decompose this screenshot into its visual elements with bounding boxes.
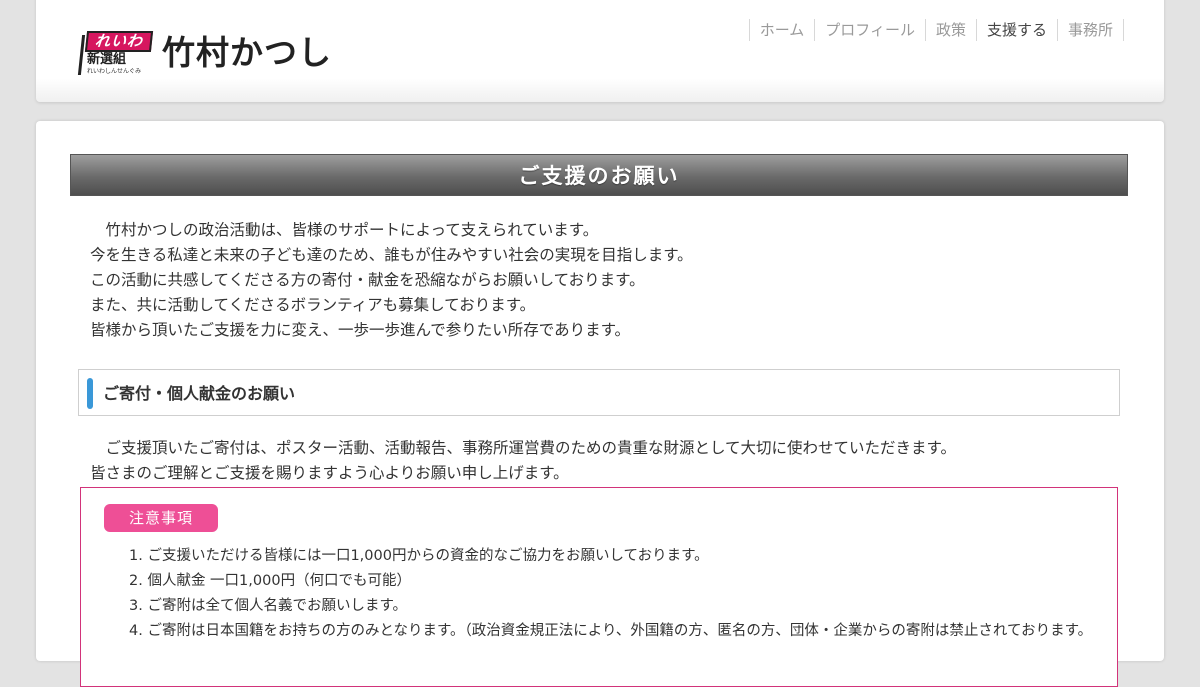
- section-accent-bar: [87, 378, 93, 409]
- notice-box: 注意事項 1. ご支援いただける皆様には一口1,000円からの資金的なご協力をお…: [80, 487, 1118, 687]
- intro-line: 竹村かつしの政治活動は、皆様のサポートによって支えられています。: [90, 221, 599, 239]
- intro-line: また、共に活動してくださるボランティアも募集しております。: [90, 296, 536, 314]
- nav-item-office[interactable]: 事務所: [1056, 19, 1123, 41]
- donation-line: 皆さまのご理解とご支援を賜りますよう心よりお願い申し上げます。: [90, 464, 569, 482]
- logo-name: 竹村かつし: [162, 33, 332, 72]
- notice-item: 1. ご支援いただける皆様には一口1,000円からの資金的なご協力をお願いしてお…: [129, 548, 709, 564]
- intro-line: 今を生きる私達と未来の子ども達のため、誰もが住みやすい社会の実現を目指します。: [90, 246, 693, 264]
- nav-item-profile[interactable]: プロフィール: [814, 19, 925, 41]
- page-title: ご支援のお願い: [70, 154, 1128, 196]
- main-content: ご支援のお願い 竹村かつしの政治活動は、皆様のサポートによって支えられています。…: [36, 121, 1164, 687]
- site-logo[interactable]: れいわ 新選組 れいわしんせんぐみ 竹村かつし: [77, 30, 332, 76]
- intro-text: 竹村かつしの政治活動は、皆様のサポートによって支えられています。 今を生きる私達…: [90, 218, 693, 343]
- main-nav: ホーム プロフィール 政策 支援する 事務所: [748, 19, 1124, 41]
- party-logo-badge: れいわ 新選組 れいわしんせんぐみ: [77, 31, 154, 75]
- donation-section-heading: ご寄付・個人献金のお願い: [78, 369, 1120, 416]
- nav-item-support[interactable]: 支援する: [975, 19, 1057, 41]
- intro-line: この活動に共感してくださる方の寄付・献金を恐縮ながらお願いしております。: [90, 271, 645, 289]
- notice-list: 1. ご支援いただける皆様には一口1,000円からの資金的なご協力をお願いしてお…: [129, 544, 1092, 644]
- section-heading-title: ご寄付・個人献金のお願い: [103, 384, 296, 403]
- notice-item: 2. 個人献金 一口1,000円（何口でも可能）: [129, 573, 412, 589]
- logo-badge-bottom: 新選組: [87, 52, 127, 67]
- logo-badge-kana: れいわしんせんぐみ: [87, 68, 142, 75]
- notice-item: 3. ご寄附は全て個人名義でお願いします。: [129, 598, 407, 614]
- intro-line: 皆様から頂いたご支援を力に変え、一歩一歩進んで参りたい所存であります。: [90, 321, 631, 339]
- donation-text: ご支援頂いたご寄付は、ポスター活動、活動報告、事務所運営費のための貴重な財源とし…: [90, 436, 956, 486]
- logo-badge-top: れいわ: [84, 31, 154, 52]
- nav-item-policy[interactable]: 政策: [924, 19, 976, 41]
- site-header: れいわ 新選組 れいわしんせんぐみ 竹村かつし ホーム プロフィール 政策 支援…: [36, 0, 1164, 102]
- donation-line: ご支援頂いたご寄付は、ポスター活動、活動報告、事務所運営費のための貴重な財源とし…: [90, 439, 957, 457]
- notice-item: 4. ご寄附は日本国籍をお持ちの方のみとなります。（政治資金規正法により、外国籍…: [129, 623, 1093, 639]
- notice-badge: 注意事項: [104, 504, 218, 532]
- logo-stripe: [77, 35, 86, 75]
- nav-item-home[interactable]: ホーム: [748, 19, 815, 41]
